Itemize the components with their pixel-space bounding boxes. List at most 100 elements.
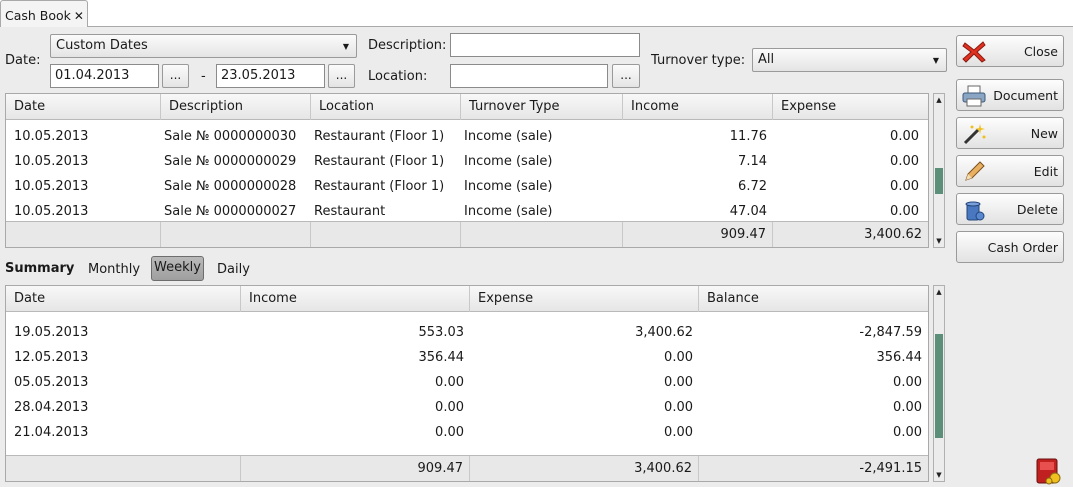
document-button-label: Document: [993, 88, 1058, 103]
scroll-thumb[interactable]: [935, 168, 943, 194]
summary-mode-daily[interactable]: Daily: [214, 258, 253, 281]
column-header-turnover-type[interactable]: Turnover Type: [461, 94, 623, 120]
cell-balance: -2,847.59: [859, 325, 922, 340]
summary-row[interactable]: 19.05.2013 553.03 3,400.62 -2,847.59: [6, 320, 928, 345]
trash-icon: [965, 201, 985, 221]
date-to-input[interactable]: 23.05.2013: [216, 64, 325, 88]
location-input[interactable]: [450, 64, 608, 88]
date-to-picker-button[interactable]: ...: [328, 64, 355, 88]
scroll-up-icon[interactable]: ▲: [934, 94, 944, 106]
cell-income: 7.14: [738, 154, 767, 169]
column-header-date[interactable]: Date: [6, 94, 161, 120]
cell-income: 6.72: [738, 179, 767, 194]
pencil-icon: [965, 161, 985, 181]
edit-button-label: Edit: [1033, 164, 1058, 179]
column-header-expense[interactable]: Expense: [773, 94, 928, 120]
table-row[interactable]: 10.05.2013 Sale № 0000000029 Restaurant …: [6, 149, 928, 174]
cell-balance: 0.00: [893, 425, 922, 440]
cell-expense: 0.00: [890, 179, 919, 194]
table-row[interactable]: 10.05.2013 Sale № 0000000028 Restaurant …: [6, 174, 928, 199]
magic-wand-icon: [963, 124, 986, 145]
footer-total-expense: 3,400.62: [470, 456, 699, 481]
cell-expense: 0.00: [890, 154, 919, 169]
cell-date: 10.05.2013: [14, 154, 89, 169]
scroll-thumb[interactable]: [935, 334, 943, 438]
close-button[interactable]: Close: [956, 35, 1064, 67]
cell-turnover-type: Income (sale): [464, 154, 553, 169]
cell-location: Restaurant (Floor 1): [314, 179, 445, 194]
description-label: Description:: [368, 38, 447, 53]
column-header-description[interactable]: Description: [161, 94, 311, 120]
period-select[interactable]: Custom Dates ▼: [50, 34, 357, 58]
footer-cell: [6, 222, 161, 247]
date-separator: -: [201, 69, 206, 84]
column-header-date[interactable]: Date: [6, 286, 241, 312]
location-picker-button[interactable]: ...: [612, 64, 640, 88]
table-scrollbar[interactable]: ▲ ▼: [933, 93, 945, 248]
date-from-input[interactable]: 01.04.2013: [50, 64, 159, 88]
cell-income: 0.00: [435, 425, 464, 440]
table-header: Date Description Location Turnover Type …: [6, 94, 928, 120]
table-row[interactable]: 10.05.2013 Sale № 0000000030 Restaurant …: [6, 124, 928, 149]
date-from-picker-button[interactable]: ...: [162, 64, 189, 88]
column-header-income[interactable]: Income: [241, 286, 470, 312]
new-button[interactable]: New: [956, 117, 1064, 149]
cell-date: 05.05.2013: [14, 375, 89, 390]
summary-row[interactable]: 05.05.2013 0.00 0.00 0.00: [6, 370, 928, 395]
summary-mode-weekly[interactable]: Weekly: [151, 256, 204, 281]
summary-label: Summary: [5, 261, 75, 276]
turnover-type-select[interactable]: All ▼: [752, 48, 947, 72]
date-label: Date:: [5, 53, 41, 68]
summary-mode-monthly[interactable]: Monthly: [85, 258, 143, 281]
cell-income: 11.76: [729, 129, 767, 144]
scroll-down-icon[interactable]: ▼: [934, 235, 944, 247]
delete-button-label: Delete: [1016, 202, 1058, 217]
close-button-label: Close: [1023, 44, 1058, 59]
summary-scrollbar[interactable]: ▲ ▼: [933, 285, 945, 482]
document-button[interactable]: Document: [956, 79, 1064, 111]
cash-register-icon: [1036, 458, 1061, 485]
cell-balance: 0.00: [893, 375, 922, 390]
cell-income: 356.44: [418, 350, 465, 365]
cell-income: 0.00: [435, 400, 464, 415]
cell-turnover-type: Income (sale): [464, 179, 553, 194]
cell-expense: 0.00: [664, 375, 693, 390]
footer-cell: [6, 456, 241, 481]
tab-cash-book[interactable]: Cash Book ✕: [0, 0, 88, 27]
period-value: Custom Dates: [56, 38, 148, 53]
edit-button[interactable]: Edit: [956, 155, 1064, 187]
table-footer: 909.47 3,400.62: [6, 221, 928, 247]
tab-title: Cash Book: [5, 8, 71, 23]
cell-expense: 3,400.62: [635, 325, 693, 340]
cell-expense: 0.00: [664, 425, 693, 440]
cell-date: 21.04.2013: [14, 425, 89, 440]
cell-expense: 0.00: [664, 400, 693, 415]
cell-location: Restaurant (Floor 1): [314, 154, 445, 169]
column-header-income[interactable]: Income: [623, 94, 773, 120]
cell-income: 553.03: [418, 325, 465, 340]
cell-description: Sale № 0000000028: [164, 179, 297, 194]
summary-row[interactable]: 28.04.2013 0.00 0.00 0.00: [6, 395, 928, 420]
cell-date: 19.05.2013: [14, 325, 89, 340]
printer-icon: [962, 85, 986, 107]
chevron-down-icon: ▼: [932, 55, 940, 65]
delete-button[interactable]: Delete: [956, 193, 1064, 225]
column-header-expense[interactable]: Expense: [470, 286, 699, 312]
footer-total-balance: -2,491.15: [859, 461, 922, 476]
column-header-location[interactable]: Location: [311, 94, 461, 120]
scroll-up-icon[interactable]: ▲: [934, 286, 944, 298]
cash-order-button[interactable]: Cash Order: [956, 231, 1064, 263]
column-header-balance[interactable]: Balance: [699, 286, 928, 312]
tab-close-icon[interactable]: ✕: [74, 9, 84, 23]
cell-date: 28.04.2013: [14, 400, 89, 415]
cell-description: Sale № 0000000030: [164, 129, 297, 144]
summary-row[interactable]: 21.04.2013 0.00 0.00 0.00: [6, 420, 928, 445]
cell-date: 12.05.2013: [14, 350, 89, 365]
turnover-type-value: All: [758, 52, 775, 67]
description-input[interactable]: [450, 33, 640, 57]
summary-row[interactable]: 12.05.2013 356.44 0.00 356.44: [6, 345, 928, 370]
location-label: Location:: [368, 69, 428, 84]
footer-total-expense: 3,400.62: [864, 227, 922, 242]
summary-table: Date Income Expense Balance 19.05.2013 5…: [5, 285, 929, 482]
scroll-down-icon[interactable]: ▼: [934, 469, 944, 481]
